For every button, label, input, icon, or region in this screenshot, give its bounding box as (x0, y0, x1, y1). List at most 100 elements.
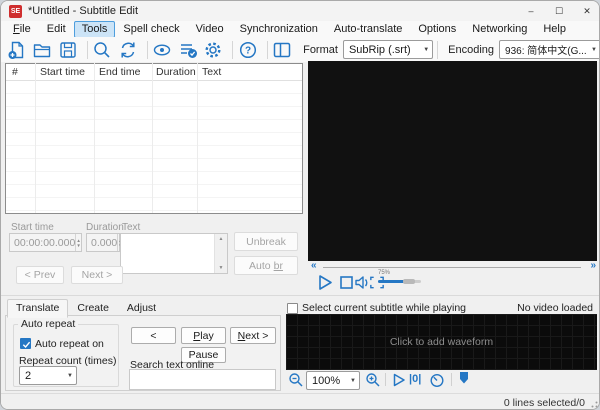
toolbar: ? Format SubRip (.srt) ▼ Encoding 936: 简… (1, 37, 600, 62)
menu-file[interactable]: File (5, 21, 39, 38)
menu-auto-translate[interactable]: Auto-translate (326, 21, 410, 38)
menu-tools[interactable]: Tools (74, 21, 116, 38)
waveform-position-marker[interactable] (459, 371, 469, 385)
format-label: Format (303, 44, 338, 56)
waveform-zoom-combobox[interactable]: 100% ▼ (306, 371, 360, 390)
scroll-down-icon[interactable]: ▼ (219, 265, 224, 271)
repeat-count-combobox[interactable]: 2 ▼ (19, 366, 77, 385)
resize-grip[interactable] (588, 398, 598, 408)
chevron-down-icon: ▼ (346, 378, 356, 384)
start-time-value: 00:00:00.000 (10, 237, 75, 249)
panel-divider (1, 295, 600, 296)
volume-percent: 75% (378, 270, 390, 276)
subtitle-list-body[interactable] (6, 81, 302, 213)
column-number[interactable]: # (12, 66, 18, 78)
volume-thumb[interactable] (403, 279, 415, 284)
encoding-value: 936: 简体中文(G... (505, 42, 587, 57)
waveform-zoom-out-button[interactable] (288, 372, 304, 388)
app-window: SE *Untitled - Subtitle Edit – ☐ ✕ File … (0, 0, 600, 410)
help-button[interactable]: ? (237, 39, 259, 61)
text-scrollbar[interactable]: ▲ ▼ (214, 234, 227, 273)
chevron-down-icon: ▼ (587, 47, 597, 53)
next-button[interactable]: Next > (230, 327, 276, 344)
text-label: Text (122, 222, 140, 233)
new-file-button[interactable] (6, 39, 28, 61)
title-bar: SE *Untitled - Subtitle Edit – ☐ ✕ (1, 1, 600, 21)
prev-subtitle-button[interactable]: < Prev (16, 266, 64, 284)
playback-speed-button[interactable] (429, 372, 445, 388)
scroll-up-icon[interactable]: ▲ (219, 236, 224, 242)
play-button[interactable]: Play (181, 327, 226, 344)
settings-button[interactable] (203, 39, 225, 61)
no-video-loaded-status: No video loaded (517, 302, 593, 314)
menu-synchronization[interactable]: Synchronization (232, 21, 326, 38)
layout-button[interactable] (272, 39, 294, 61)
subtitle-list-header: # Start time End time Duration Text (6, 64, 302, 81)
format-combobox[interactable]: SubRip (.srt) ▼ (343, 40, 433, 59)
save-button[interactable] (57, 39, 79, 61)
back-button[interactable]: < (131, 327, 176, 344)
seek-track[interactable] (323, 267, 581, 268)
minimize-button[interactable]: – (517, 1, 545, 21)
select-current-subtitle-checkbox[interactable] (287, 303, 298, 314)
waveform-play-button[interactable] (391, 372, 407, 388)
volume-fill (378, 280, 405, 283)
video-player[interactable] (308, 61, 597, 261)
waveform-zoom-in-button[interactable] (365, 372, 381, 388)
duration-value: 0.000 (87, 237, 117, 249)
spinner-arrows[interactable]: ▲▼ (75, 234, 81, 251)
waveform-panel[interactable]: Click to add waveform (286, 314, 597, 370)
check-icon (21, 339, 32, 350)
search-text-input[interactable] (129, 369, 276, 390)
menu-spell-check[interactable]: Spell check (115, 21, 187, 38)
play-from-start-button[interactable]: |0| (409, 373, 421, 385)
start-time-input[interactable]: 00:00:00.000 ▲▼ (9, 233, 82, 252)
window-title: *Untitled - Subtitle Edit (28, 5, 138, 17)
auto-repeat-checkbox[interactable] (20, 338, 31, 349)
help-icon: ? (238, 40, 258, 60)
auto-br-button[interactable]: Autobr (234, 256, 298, 275)
column-end-time[interactable]: End time (99, 66, 140, 78)
duration-label: Duration (86, 222, 124, 233)
seek-forward-icon[interactable]: » (590, 260, 595, 271)
maximize-button[interactable]: ☐ (545, 1, 573, 21)
column-duration[interactable]: Duration (156, 66, 196, 78)
column-text[interactable]: Text (202, 66, 221, 78)
tab-translate[interactable]: Translate (7, 299, 68, 318)
unbreak-button[interactable]: Unbreak (234, 232, 298, 251)
toolbar-separator (437, 41, 438, 59)
lines-selected-status: 0 lines selected/0 (504, 397, 585, 409)
toolbar-separator (267, 41, 268, 59)
open-folder-icon (32, 40, 52, 60)
menu-options[interactable]: Options (410, 21, 464, 38)
eye-icon (152, 40, 172, 60)
duration-input[interactable]: 0.000 ▲▼ (86, 233, 120, 252)
auto-repeat-group-label: Auto repeat (18, 318, 78, 330)
column-start-time[interactable]: Start time (40, 66, 85, 78)
menu-video[interactable]: Video (188, 21, 232, 38)
save-icon (58, 40, 78, 60)
seek-back-icon[interactable]: « (311, 260, 316, 271)
next-subtitle-button[interactable]: Next > (71, 266, 123, 284)
spell-check-icon (178, 40, 198, 60)
visual-sync-button[interactable] (152, 39, 174, 61)
subtitle-text-input[interactable]: ▲ ▼ (120, 233, 228, 274)
menu-edit[interactable]: Edit (39, 21, 74, 38)
replace-button[interactable] (117, 39, 139, 61)
menu-networking[interactable]: Networking (464, 21, 535, 38)
video-seek-bar[interactable]: « » (309, 263, 597, 273)
spin-down-icon[interactable]: ▼ (76, 243, 80, 248)
next-label: Next > (231, 330, 275, 342)
encoding-combobox[interactable]: 936: 简体中文(G... ▼ (499, 40, 600, 59)
volume-slider[interactable] (378, 280, 421, 283)
menu-help[interactable]: Help (535, 21, 574, 38)
svg-text:?: ? (245, 45, 251, 56)
subtitle-list[interactable]: # Start time End time Duration Text (5, 63, 303, 214)
close-button[interactable]: ✕ (573, 1, 600, 21)
find-button[interactable] (92, 39, 114, 61)
video-play-button[interactable] (316, 273, 335, 292)
open-file-button[interactable] (32, 39, 54, 61)
column-divider (152, 63, 153, 213)
play-icon (391, 372, 407, 388)
spell-check-button[interactable] (177, 39, 199, 61)
